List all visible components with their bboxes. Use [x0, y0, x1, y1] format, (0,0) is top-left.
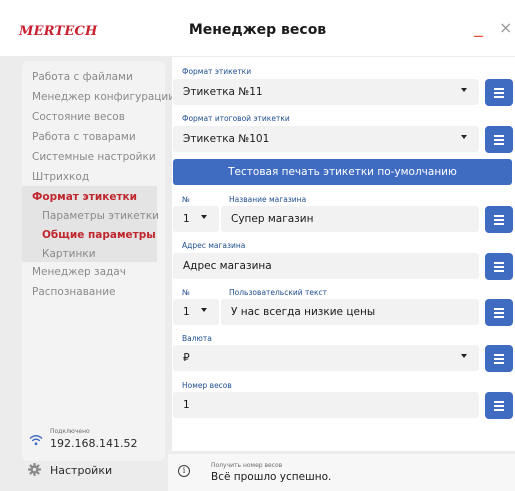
chevron-down-icon	[461, 354, 467, 358]
store-name-input[interactable]: Супер магазин	[221, 206, 479, 232]
currency-label: Валюта	[182, 334, 212, 343]
sidebar-item-label-format[interactable]: Формат этикетки	[32, 191, 137, 203]
sidebar-subitem-general-params[interactable]: Общие параметры	[42, 229, 156, 241]
status-message: Всё прошло успешно.	[211, 471, 332, 483]
chevron-down-icon	[201, 308, 207, 312]
sidebar-subitem-pictures[interactable]: Картинки	[42, 248, 96, 260]
currency-value: ₽	[183, 352, 190, 364]
sidebar-item-scale-state[interactable]: Состояние весов	[32, 111, 125, 123]
custom-text-number-value: 1	[183, 306, 190, 318]
chevron-down-icon	[461, 135, 467, 139]
total-label-format-select[interactable]: Этикетка №101	[173, 126, 479, 152]
custom-text-label: Пользовательский текст	[229, 288, 328, 297]
minimize-button[interactable]: _	[474, 19, 488, 37]
wifi-icon	[29, 435, 43, 446]
store-address-menu-button[interactable]	[485, 253, 513, 280]
custom-text-menu-button[interactable]	[485, 299, 513, 326]
status-title: Получить номер весов	[211, 462, 283, 469]
label-format-select[interactable]: Этикетка №11	[173, 79, 479, 105]
custom-text-number-label: №	[182, 288, 190, 297]
chevron-down-icon	[461, 88, 467, 92]
store-number-value: 1	[183, 213, 190, 225]
window-title: Менеджер весов	[188, 22, 327, 38]
chevron-down-icon	[201, 215, 207, 219]
sidebar-item-files[interactable]: Работа с файлами	[32, 71, 133, 83]
total-label-format-value: Этикетка №101	[183, 133, 270, 145]
currency-select[interactable]: ₽	[173, 345, 479, 371]
connection-status-label: Подключено	[50, 428, 90, 435]
label-format-menu-button[interactable]	[485, 79, 513, 106]
sidebar-item-config-manager[interactable]: Менеджер конфигурации	[32, 91, 175, 103]
test-print-button[interactable]: Тестовая печать этикетки по-умолчанию	[173, 159, 512, 185]
close-button[interactable]: ×	[499, 20, 512, 36]
settings-link[interactable]: Настройки	[50, 464, 112, 477]
sidebar-item-task-manager[interactable]: Менеджер задач	[32, 266, 126, 278]
gear-icon[interactable]	[28, 463, 41, 476]
sidebar-item-products[interactable]: Работа с товарами	[32, 131, 136, 143]
scale-number-input[interactable]: 1	[173, 392, 479, 418]
store-number-select[interactable]: 1	[173, 206, 219, 232]
store-name-menu-button[interactable]	[485, 206, 513, 233]
title-bar: MERTECH Менеджер весов _ ×	[0, 0, 515, 56]
total-label-format-menu-button[interactable]	[485, 126, 513, 153]
currency-menu-button[interactable]	[485, 345, 513, 372]
store-address-input[interactable]: Адрес магазина	[173, 253, 479, 279]
sidebar-item-barcode[interactable]: Штрихкод	[32, 171, 89, 183]
store-name-label: Название магазина	[229, 195, 307, 204]
store-number-label: №	[182, 195, 190, 204]
info-icon: i	[178, 465, 190, 477]
label-format-label: Формат этикетки	[182, 67, 252, 76]
custom-text-number-select[interactable]: 1	[173, 299, 219, 325]
total-label-format-label: Формат итоговой этикетки	[182, 114, 290, 123]
sidebar-item-recognition[interactable]: Распознавание	[32, 286, 115, 298]
sidebar-subitem-label-params[interactable]: Параметры этикетки	[42, 210, 159, 222]
store-address-label: Адрес магазина	[182, 241, 246, 250]
scale-number-label: Номер весов	[182, 381, 232, 390]
scale-number-menu-button[interactable]	[485, 392, 513, 419]
sidebar-item-system-settings[interactable]: Системные настройки	[32, 151, 156, 163]
custom-text-input[interactable]: У нас всегда низкие цены	[221, 299, 479, 325]
label-format-value: Этикетка №11	[183, 86, 263, 98]
connection-ip: 192.168.141.52	[50, 437, 138, 450]
